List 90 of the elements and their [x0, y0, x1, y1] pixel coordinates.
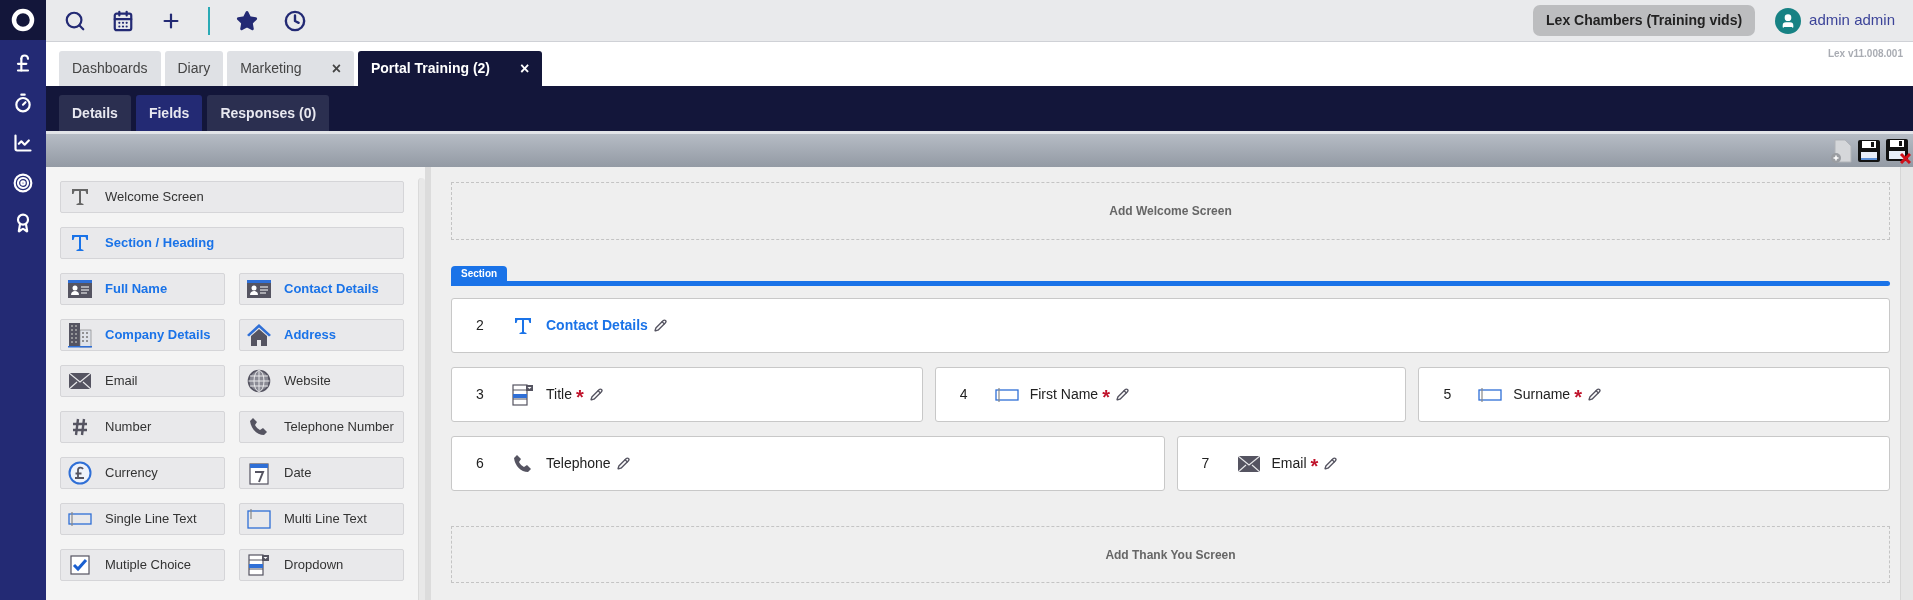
save-and-close-icon[interactable]	[1885, 137, 1911, 164]
field-label: Telephone	[546, 454, 611, 473]
field-type-button[interactable]: Address	[239, 319, 404, 351]
serif-t-icon	[513, 315, 533, 336]
field-type-button[interactable]: Multi Line Text	[239, 503, 404, 535]
ring-logo-icon	[11, 8, 35, 32]
calendar-icon[interactable]	[112, 9, 134, 32]
form-field-card[interactable]: 6 Telephone	[451, 436, 1165, 491]
field-type-button[interactable]: Company Details	[60, 319, 225, 351]
section-tab[interactable]: Fields	[135, 95, 203, 131]
field-number: 6	[475, 454, 485, 473]
scrollbar-track[interactable]	[1900, 167, 1913, 600]
field-type-button[interactable]: Welcome Screen	[60, 181, 404, 213]
field-number: 7	[1200, 454, 1211, 473]
edit-icon[interactable]	[616, 457, 630, 470]
field-type-button[interactable]: Website	[239, 365, 404, 397]
add-welcome-screen-button[interactable]: Add Welcome Screen	[451, 182, 1890, 240]
field-type-button[interactable]: Email	[60, 365, 225, 397]
text-input-icon	[68, 512, 92, 526]
edit-icon[interactable]	[1324, 457, 1338, 470]
field-type-button[interactable]: Date	[239, 457, 404, 489]
stopwatch-icon[interactable]	[13, 93, 33, 113]
calendar-icon	[249, 461, 269, 485]
clock-icon[interactable]	[284, 9, 306, 32]
text-input-icon	[994, 387, 1019, 402]
field-type-button[interactable]: Telephone Number	[239, 411, 404, 443]
serif-t-icon	[70, 233, 90, 253]
serif-t-icon	[70, 187, 90, 207]
document-tab[interactable]: Marketing ×	[227, 51, 354, 86]
section-tab[interactable]: Responses (0)	[207, 95, 330, 131]
required-asterisk: *	[1574, 386, 1582, 407]
version-label: Lex v11.008.001	[1827, 47, 1903, 61]
edit-icon[interactable]	[1115, 388, 1129, 401]
checkbox-icon	[70, 555, 90, 575]
phone-icon	[249, 417, 269, 437]
line-chart-icon[interactable]	[13, 133, 33, 153]
document-tab[interactable]: Dashboards	[59, 51, 161, 86]
dropdown-icon	[248, 554, 270, 576]
avatar-icon[interactable]	[1775, 7, 1802, 34]
text-area-icon	[247, 509, 271, 529]
target-icon[interactable]	[13, 173, 33, 193]
required-asterisk: *	[575, 386, 584, 407]
close-tab-icon[interactable]: ×	[520, 56, 530, 81]
envelope-icon	[1237, 454, 1260, 473]
pound-coin-icon	[68, 461, 92, 485]
add-thank-you-screen-button[interactable]: Add Thank You Screen	[451, 526, 1890, 583]
edit-icon[interactable]	[589, 388, 603, 401]
field-type-button[interactable]: Currency	[60, 457, 225, 489]
scrollbar-track[interactable]	[418, 178, 425, 600]
user-name[interactable]: admin admin	[1809, 9, 1895, 32]
field-number: 3	[475, 385, 485, 404]
search-icon[interactable]	[64, 9, 86, 32]
save-icon[interactable]	[1857, 138, 1881, 163]
envelope-icon	[69, 372, 91, 390]
field-type-button[interactable]: Section / Heading	[60, 227, 404, 259]
field-type-button[interactable]: Number	[60, 411, 225, 443]
field-label: Title	[546, 385, 572, 404]
dropdown-icon	[512, 383, 534, 406]
form-field-card[interactable]: 2 Contact Details	[451, 298, 1890, 353]
required-asterisk: *	[1102, 386, 1110, 407]
id-card-icon	[68, 279, 92, 299]
hash-icon	[72, 418, 88, 436]
edit-icon[interactable]	[653, 319, 667, 332]
section-tab[interactable]: Details	[59, 95, 131, 131]
edit-icon[interactable]	[1587, 388, 1601, 401]
house-icon	[246, 323, 272, 347]
star-icon[interactable]	[236, 9, 258, 32]
text-input-icon	[1478, 387, 1503, 402]
document-tab[interactable]: Portal Training (2) ×	[358, 51, 543, 86]
globe-icon	[247, 369, 271, 393]
firm-button[interactable]: Lex Chambers (Training vids)	[1533, 5, 1756, 36]
close-tab-icon[interactable]: ×	[331, 56, 341, 81]
document-tab[interactable]: Diary	[164, 51, 224, 86]
field-type-button[interactable]: Contact Details	[239, 273, 404, 305]
field-number: 2	[475, 316, 485, 335]
field-number: 4	[958, 385, 969, 404]
field-label: Contact Details	[546, 316, 648, 335]
field-type-button[interactable]: Single Line Text	[60, 503, 225, 535]
field-type-button[interactable]: Full Name	[60, 273, 225, 305]
field-type-button[interactable]: Dropdown	[239, 549, 404, 581]
phone-icon	[513, 453, 533, 474]
section-label: Section	[451, 266, 508, 281]
required-asterisk: *	[1310, 455, 1319, 476]
field-label: Surname	[1513, 385, 1571, 404]
id-card-icon	[247, 279, 271, 299]
field-label: Email	[1271, 454, 1307, 473]
building-icon	[68, 322, 92, 348]
field-label: First Name	[1029, 385, 1099, 404]
field-type-button[interactable]: Mutiple Choice	[60, 549, 225, 581]
field-number: 5	[1442, 385, 1453, 404]
